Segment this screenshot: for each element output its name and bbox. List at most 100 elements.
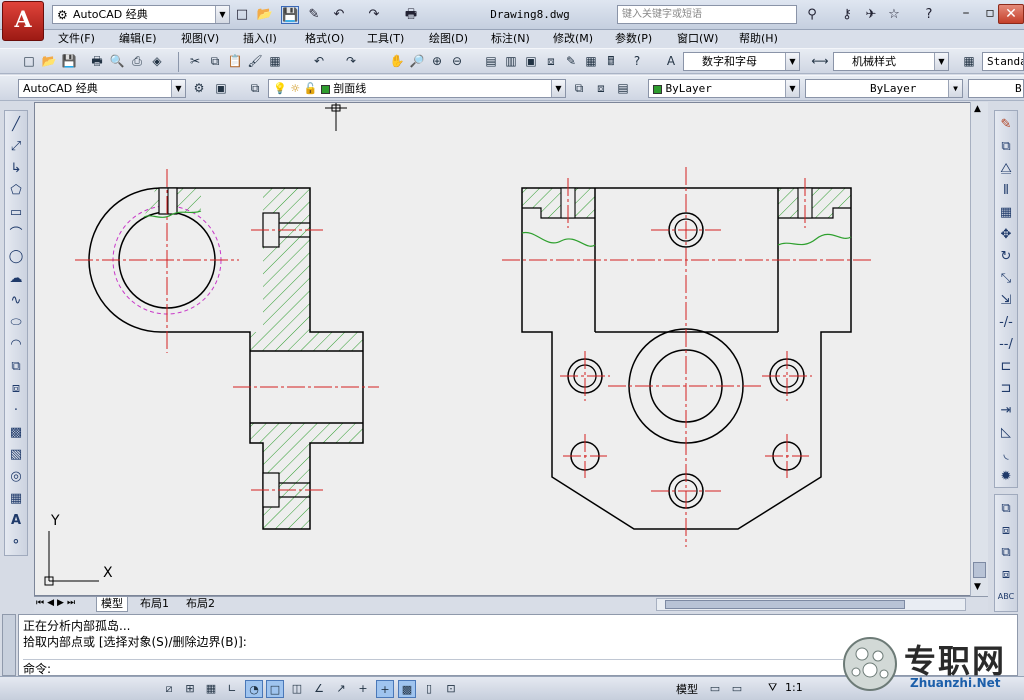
redo-icon[interactable]: ↷ (342, 52, 360, 70)
block-editor-icon[interactable]: ▦ (266, 52, 284, 70)
undo-icon[interactable]: ↶ (310, 52, 328, 70)
menu-modify[interactable]: 修改(M) (551, 30, 595, 48)
zoom-window-icon[interactable]: ⊕ (428, 52, 446, 70)
hatch-icon[interactable]: ▩ (6, 423, 26, 443)
open-icon[interactable]: 📂 (40, 52, 58, 70)
gear-icon[interactable]: ⚙ (190, 79, 208, 97)
snap-mode-icon[interactable]: ⊞ (181, 680, 199, 698)
menu-insert[interactable]: 插入(I) (241, 30, 279, 48)
satellite-icon[interactable]: ✈ (862, 6, 880, 24)
table-icon[interactable]: ▦ (6, 489, 26, 509)
help-icon[interactable]: ? (628, 52, 646, 70)
scroll-up-icon[interactable]: ▲ (974, 104, 981, 114)
text-style-icon[interactable]: A (662, 52, 680, 70)
command-prompt[interactable]: 命令: (23, 659, 843, 677)
tab-layout1[interactable]: 布局1 (136, 597, 173, 612)
table-style-select[interactable]: Standa (982, 52, 1024, 71)
binoculars-icon[interactable]: ⚲ (803, 6, 821, 24)
ellipse-arc-icon[interactable]: ◠ (6, 335, 26, 355)
minimize-button[interactable]: – (953, 4, 979, 24)
erase-icon[interactable]: ✎ (996, 115, 1016, 135)
dynamic-ucs-icon[interactable]: ↗ (332, 680, 350, 698)
send-to-back-icon[interactable]: ⧈ (996, 521, 1016, 541)
insert-block-icon[interactable]: ⧉ (6, 357, 26, 377)
transparency-icon[interactable]: ▩ (398, 680, 416, 698)
extend-icon[interactable]: --/ (996, 335, 1016, 355)
ortho-mode-icon[interactable]: ∟ (223, 680, 241, 698)
qnew-icon[interactable]: □ (20, 52, 38, 70)
markup-icon[interactable]: ✎ (562, 52, 580, 70)
hscroll-thumb[interactable] (665, 600, 905, 609)
quickcalc-icon[interactable]: ▦ (582, 52, 600, 70)
send-under-icon[interactable]: ⧈ (996, 565, 1016, 585)
grid-display-icon[interactable]: ▦ (202, 680, 220, 698)
text-to-front-icon[interactable]: ABC (996, 587, 1016, 607)
lineweight-select[interactable]: B (968, 79, 1024, 98)
save-icon[interactable]: 💾 (60, 52, 78, 70)
paste-icon[interactable]: 📋 (226, 52, 244, 70)
zoom-realtime-icon[interactable]: 🔎 (408, 52, 426, 70)
preview-icon[interactable]: 🔍 (108, 52, 126, 70)
print-icon[interactable]: 🖶 (402, 6, 420, 24)
workspace-settings-icon[interactable]: ▣ (212, 79, 230, 97)
menu-tools[interactable]: 工具(T) (365, 30, 406, 48)
tab-nav-arrows[interactable]: ⏮◀▶⏭ (36, 598, 78, 608)
construction-line-icon[interactable]: ⤢ (6, 137, 26, 157)
zoom-previous-icon[interactable]: ⊖ (448, 52, 466, 70)
color-select[interactable]: ByLayer ▼ (648, 79, 800, 98)
calculator-icon[interactable]: 🖩 (602, 52, 620, 70)
polar-tracking-icon[interactable]: ◔ (245, 680, 263, 698)
bring-to-front-icon[interactable]: ⧉ (996, 499, 1016, 519)
3d-publish-icon[interactable]: ◈ (148, 52, 166, 70)
fillet-icon[interactable]: ◟ (996, 445, 1016, 465)
open-file-icon[interactable]: 📂 (256, 6, 274, 24)
circle-icon[interactable]: ◯ (6, 247, 26, 267)
workspace-switcher[interactable]: ⚙ AutoCAD 经典 ▼ (52, 5, 230, 24)
plot-icon[interactable]: 🖶 (88, 52, 106, 70)
application-menu-button[interactable]: A (2, 1, 44, 41)
trim-icon[interactable]: -/- (996, 313, 1016, 333)
key-icon[interactable]: ⚷ (838, 6, 856, 24)
quick-properties-icon[interactable]: ▯ (420, 680, 438, 698)
ellipse-icon[interactable]: ⬭ (6, 313, 26, 333)
array-icon[interactable]: ▦ (996, 203, 1016, 223)
tab-model[interactable]: 模型 (96, 597, 128, 612)
workspace-select[interactable]: AutoCAD 经典 ▼ (18, 79, 186, 98)
tab-layout2[interactable]: 布局2 (182, 597, 219, 612)
tool-palettes-icon[interactable]: ▣ (522, 52, 540, 70)
menu-help[interactable]: 帮助(H) (737, 30, 780, 48)
properties-icon[interactable]: ▤ (482, 52, 500, 70)
table-style-icon[interactable]: ▦ (960, 52, 978, 70)
redo-icon[interactable]: ↷ (365, 6, 383, 24)
dim-style-select[interactable]: 机械样式 ▼ (833, 52, 949, 71)
horizontal-scrollbar[interactable] (656, 598, 966, 611)
object-snap-tracking-icon[interactable]: ∠ (310, 680, 328, 698)
lineweight-icon[interactable]: + (376, 680, 394, 698)
new-file-icon[interactable]: □ (233, 6, 251, 24)
quick-view-layouts-icon[interactable]: ▭ (706, 680, 724, 698)
break-icon[interactable]: ⊐ (996, 379, 1016, 399)
arc-icon[interactable]: ⌒ (6, 225, 26, 245)
3d-object-snap-icon[interactable]: ◫ (288, 680, 306, 698)
layer-manager-icon[interactable]: ⧉ (246, 79, 264, 97)
command-window-grip[interactable] (2, 614, 16, 676)
help-icon[interactable]: ? (920, 6, 938, 24)
menu-format[interactable]: 格式(O) (303, 30, 346, 48)
sheet-set-icon[interactable]: ⧈ (542, 52, 560, 70)
copy-object-icon[interactable]: ⧉ (996, 137, 1016, 157)
menu-view[interactable]: 视图(V) (179, 30, 221, 48)
add-selected-icon[interactable]: ⚬ (6, 533, 26, 553)
save-icon[interactable]: 💾 (281, 6, 299, 24)
menu-parameters[interactable]: 参数(P) (613, 30, 654, 48)
layer-previous-icon[interactable]: ⧈ (592, 79, 610, 97)
move-icon[interactable]: ✥ (996, 225, 1016, 245)
polyline-icon[interactable]: ↳ (6, 159, 26, 179)
polygon-icon[interactable]: ⬠ (6, 181, 26, 201)
chamfer-icon[interactable]: ◺ (996, 423, 1016, 443)
menu-draw[interactable]: 绘图(D) (427, 30, 470, 48)
dynamic-input-icon[interactable]: + (354, 680, 372, 698)
offset-icon[interactable]: ⫴ (996, 181, 1016, 201)
publish-icon[interactable]: ⎙ (128, 52, 146, 70)
annotation-scale-icon[interactable]: ⛛ (768, 681, 777, 695)
menu-edit[interactable]: 编辑(E) (117, 30, 159, 48)
